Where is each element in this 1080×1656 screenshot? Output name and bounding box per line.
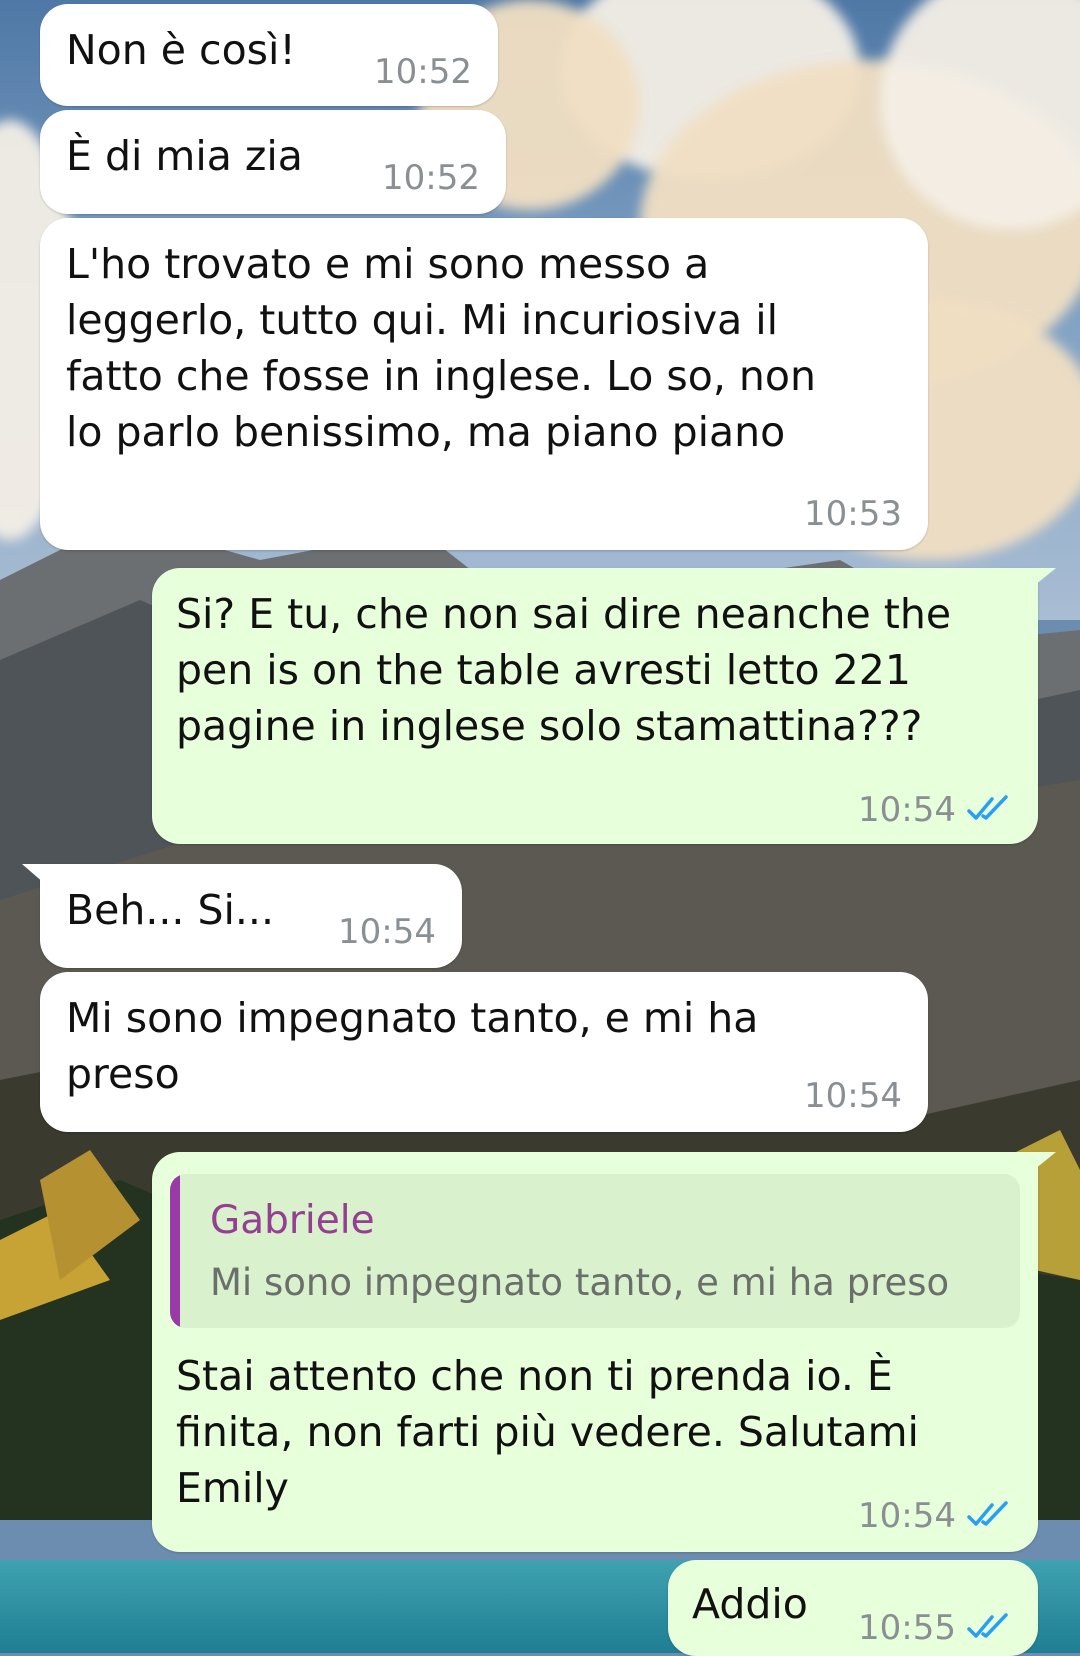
message-time: 10:54 xyxy=(338,912,436,952)
quoted-sender-name: Gabriele xyxy=(210,1198,375,1243)
bubble-tail xyxy=(1024,568,1056,594)
quoted-text: Mi sono impegnato tanto, e mi ha preso xyxy=(210,1261,950,1304)
message-bubble-incoming[interactable]: Non è così! 10:52 xyxy=(40,4,498,106)
message-time: 10:55 xyxy=(858,1608,956,1648)
message-bubble-outgoing[interactable]: Gabriele Mi sono impegnato tanto, e mi h… xyxy=(152,1152,1056,1552)
message-bubble-incoming[interactable]: Mi sono impegnato tanto, e mi ha preso 1… xyxy=(40,972,928,1132)
message-time: 10:53 xyxy=(804,494,902,534)
message-time: 10:52 xyxy=(374,52,472,92)
message-time: 10:54 xyxy=(858,1496,956,1536)
message-bubble-incoming[interactable]: L'ho trovato e mi sono messo a leggerlo,… xyxy=(40,218,928,550)
bubble-tail xyxy=(22,864,52,890)
message-text: L'ho trovato e mi sono messo a leggerlo,… xyxy=(66,240,816,456)
message-text: Si? E tu, che non sai dire neanche the p… xyxy=(176,590,952,750)
message-time: 10:54 xyxy=(858,790,956,830)
message-bubble-outgoing[interactable]: Si? E tu, che non sai dire neanche the p… xyxy=(152,568,1056,844)
message-time: 10:54 xyxy=(804,1076,902,1116)
message-list[interactable]: Non è così! 10:52 È di mia zia 10:52 L'h… xyxy=(0,0,1080,1656)
message-bubble-outgoing[interactable]: Addio 10:55 xyxy=(668,1560,1038,1656)
message-text: Mi sono impegnato tanto, e mi ha preso xyxy=(66,994,759,1098)
quoted-message[interactable]: Gabriele Mi sono impegnato tanto, e mi h… xyxy=(170,1174,1020,1328)
quote-accent-bar xyxy=(170,1174,180,1328)
message-text: Stai attento che non ti prenda io. È fin… xyxy=(176,1352,919,1512)
message-text: Addio xyxy=(692,1580,808,1628)
double-check-icon xyxy=(967,1501,1008,1526)
message-time: 10:52 xyxy=(382,158,480,198)
double-check-icon xyxy=(967,1613,1008,1638)
message-bubble-incoming[interactable]: Beh... Si... 10:54 xyxy=(22,864,462,968)
double-check-icon xyxy=(967,795,1008,820)
message-bubble-incoming[interactable]: È di mia zia 10:52 xyxy=(40,110,506,214)
bubble-tail xyxy=(1024,1152,1056,1178)
